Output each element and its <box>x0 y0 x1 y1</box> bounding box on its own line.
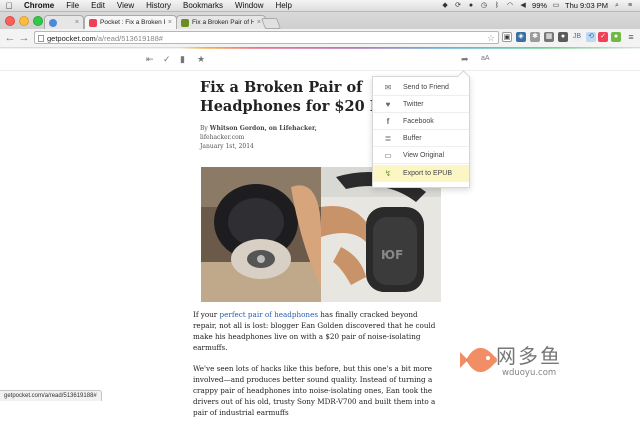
tab-favicon-icon <box>49 18 57 27</box>
buffer-icon: ≣ <box>384 133 392 143</box>
watermark-text: 网多鱼 <box>496 344 562 368</box>
byline-source: lifehacker.com <box>200 134 245 141</box>
close-window-button[interactable] <box>5 16 15 26</box>
menu-label: Export to EPUB <box>403 170 453 177</box>
wifi-icon[interactable]: ◠ <box>506 2 514 10</box>
battery-percent[interactable]: 99% <box>532 1 547 10</box>
twitter-icon: ♥ <box>385 99 391 109</box>
sync-icon[interactable]: ⟳ <box>454 2 462 10</box>
menu-label: Facebook <box>403 117 434 125</box>
share-arrow-icon[interactable]: ➦ <box>461 54 469 65</box>
share-buffer[interactable]: ≣ Buffer <box>373 130 469 147</box>
lifehacker-favicon-icon <box>181 18 189 27</box>
share-menu: ✉ Send to Friend ♥ Twitter f Facebook ≣ Buff… <box>372 70 470 188</box>
close-tab-icon[interactable]: × <box>257 19 261 26</box>
close-tab-icon[interactable]: × <box>168 19 172 26</box>
facebook-icon: f <box>386 116 390 126</box>
bookmark-star-icon[interactable]: ☆ <box>487 32 495 45</box>
share-send-to-friend[interactable]: ✉ Send to Friend <box>373 79 469 96</box>
share-view-original[interactable]: ▭ View Original <box>373 147 469 164</box>
volume-icon[interactable]: ◀ <box>519 2 527 10</box>
evernote-icon[interactable]: ● <box>467 2 475 10</box>
tab-title: Pocket : Fix a Broken Pair o <box>100 19 165 26</box>
menu-bookmarks[interactable]: Bookmarks <box>177 0 229 11</box>
notification-center-icon[interactable]: ≡ <box>626 2 634 10</box>
spotlight-icon[interactable]: ⌕ <box>613 2 621 10</box>
share-facebook[interactable]: f Facebook <box>373 113 469 130</box>
back-to-list-icon[interactable]: ⇤ <box>146 54 154 65</box>
pocket-extension-icon[interactable]: ✓ <box>598 32 608 42</box>
extension-jb-icon[interactable]: JB <box>572 32 582 42</box>
menubar-status-area: ◆ ⟳ ● ◷ ᛒ ◠ ◀ 99% ▭ Thu 9:03 PM ⌕ ≡ <box>441 1 640 10</box>
mail-icon: ✉ <box>384 82 392 92</box>
forward-arrow-icon[interactable]: → <box>17 32 31 44</box>
menu-app-name[interactable]: Chrome <box>18 0 60 11</box>
extension-shield-icon[interactable]: ◈ <box>516 32 526 42</box>
omnibox-host: getpocket.com <box>47 34 96 43</box>
pocket-favicon-icon <box>89 18 97 27</box>
zoom-window-button[interactable] <box>33 16 43 26</box>
apple-icon[interactable]:  <box>0 1 18 11</box>
tab-lifehacker[interactable]: Fix a Broken Pair of Headp × <box>176 15 266 29</box>
window-controls <box>5 16 43 26</box>
chrome-menu-icon[interactable]: ≡ <box>626 32 636 42</box>
tab-title: Fix a Broken Pair of Headp <box>192 19 254 26</box>
view-original-icon: ▭ <box>384 150 392 160</box>
menu-label: Twitter <box>403 100 424 108</box>
pocket-color-bar <box>0 47 640 49</box>
battery-icon[interactable]: ▭ <box>552 2 560 10</box>
extension-grid-icon[interactable]: ▦ <box>544 32 554 42</box>
dropbox-icon[interactable]: ◆ <box>441 2 449 10</box>
reader-toolbar: ⇤ ✓ ▮ ★ ➦ aA <box>0 50 640 71</box>
perfect-headphones-link[interactable]: perfect pair of headphones <box>220 310 318 319</box>
tab-pinned[interactable]: × <box>44 15 84 29</box>
bluetooth-icon[interactable]: ᛒ <box>493 2 501 10</box>
tab-pocket[interactable]: Pocket : Fix a Broken Pair o × <box>84 15 177 29</box>
new-tab-button[interactable] <box>260 18 282 29</box>
extension-gear-icon[interactable]: ✱ <box>530 32 540 42</box>
share-twitter[interactable]: ♥ Twitter <box>373 96 469 113</box>
menu-label: Buffer <box>403 134 422 142</box>
back-arrow-icon[interactable]: ← <box>3 32 17 44</box>
page-icon <box>38 35 44 42</box>
share-export-epub[interactable]: ↯ Export to EPUB <box>373 165 469 182</box>
menubar:  Chrome File Edit View History Bookmark… <box>0 0 640 12</box>
article-body: If your perfect pair of headphones has f… <box>193 309 443 428</box>
menu-view[interactable]: View <box>111 0 140 11</box>
menu-edit[interactable]: Edit <box>85 0 111 11</box>
article-paragraph-1: If your perfect pair of headphones has f… <box>193 309 443 353</box>
menubar-clock[interactable]: Thu 9:03 PM <box>565 1 608 10</box>
tab-strip: × Pocket : Fix a Broken Pair o × Fix a B… <box>0 12 640 29</box>
favorite-star-icon[interactable]: ★ <box>197 54 205 65</box>
menu-label: View Original <box>403 151 445 159</box>
time-machine-icon[interactable]: ◷ <box>480 2 488 10</box>
close-tab-icon[interactable]: × <box>75 19 79 26</box>
watermark-url: wduoyu.com <box>502 368 557 378</box>
menu-window[interactable]: Window <box>229 0 269 11</box>
article-paragraph-2: We've seen lots of hacks like this befor… <box>193 364 436 417</box>
menu-label: Send to Friend <box>403 83 449 91</box>
font-size-control[interactable]: aA <box>481 55 490 62</box>
omnibox-path: /a/read/513619188# <box>95 34 163 43</box>
paragraph-text: If your <box>193 310 220 319</box>
omnibox[interactable]: getpocket.com/a/read/513619188# ☆ <box>34 31 499 44</box>
svg-text:ЮF: ЮF <box>381 248 403 262</box>
extension-lock-icon[interactable]: ● <box>558 32 568 42</box>
menu-file[interactable]: File <box>60 0 85 11</box>
status-bar: getpocket.com/a/read/513619188# <box>0 390 102 401</box>
byline-prefix: By <box>200 125 208 132</box>
mark-archive-icon[interactable]: ✓ <box>163 54 171 65</box>
delete-icon[interactable]: ▮ <box>180 54 185 65</box>
menu-history[interactable]: History <box>140 0 177 11</box>
byline-author: Whitson Gordon, on Lifehacker, <box>209 125 317 132</box>
minimize-window-button[interactable] <box>19 16 29 26</box>
menu-help[interactable]: Help <box>269 0 297 11</box>
article-date: January 1st, 2014 <box>200 143 254 150</box>
extension-green-icon[interactable]: ● <box>611 32 621 42</box>
extension-sync-icon[interactable]: ⟲ <box>586 32 596 42</box>
reading-list-icon[interactable]: ▣ <box>502 32 512 42</box>
epub-icon: ↯ <box>384 169 392 178</box>
